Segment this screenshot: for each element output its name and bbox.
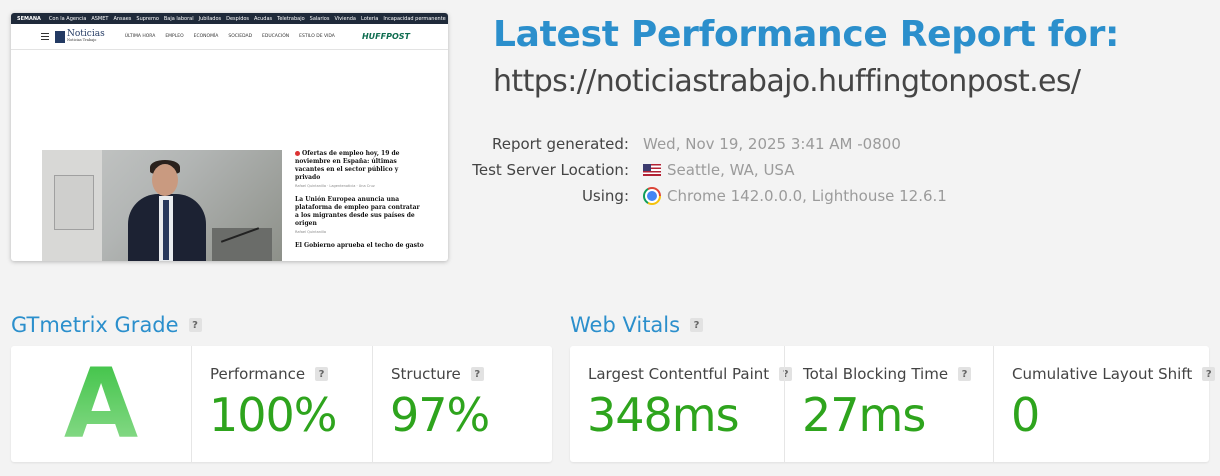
thumbnail-article-list: Ofertas de empleo hoy, 19 de noviembre e… (295, 150, 425, 258)
report-generated-row: Report generated: Wed, Nov 19, 2025 3:41… (440, 131, 1000, 157)
server-location-value: Seattle, WA, USA (643, 161, 795, 179)
thumbnail-article: El Gobierno aprueba el techo de gasto (295, 242, 424, 249)
help-icon[interactable]: ? (188, 318, 202, 332)
report-url[interactable]: https://noticiastrabajo.huffingtonpost.e… (493, 64, 1081, 99)
thumbnail-topbar-item: Incapacidad permanente (383, 15, 446, 22)
thumbnail-menu-item: EMPLEO (165, 34, 184, 39)
thumbnail-menu-item: ESTILO DE VIDA (299, 34, 335, 39)
thumbnail-site-logo: Noticias Noticias Trabajo (55, 30, 105, 43)
thumbnail-topbar-item: SEMANA (17, 15, 41, 22)
help-icon[interactable]: ? (958, 367, 972, 381)
report-title: Latest Performance Report for: (493, 14, 1120, 55)
cls-value: 0 (1011, 388, 1040, 442)
thumbnail-topbar-item: Supremo (136, 15, 159, 22)
server-location-label: Test Server Location: (472, 161, 629, 179)
thumbnail-menu-item: ECONOMÍA (193, 34, 219, 39)
thumbnail-partner-logo: HUFFPOST (361, 32, 410, 41)
grade-letter: A (11, 354, 191, 454)
structure-score: 97% (390, 388, 490, 442)
using-value: Chrome 142.0.0.0, Lighthouse 12.6.1 (643, 187, 947, 205)
thumbnail-hero-photo (42, 150, 282, 261)
thumbnail-topbar-item: Con la Agencia (48, 15, 87, 22)
tbt-cell: Total Blocking Time ? 27ms (784, 346, 993, 462)
report-generated-value: Wed, Nov 19, 2025 3:41 AM -0800 (643, 135, 901, 153)
chrome-icon (643, 187, 661, 205)
live-dot-icon (295, 151, 300, 156)
web-vitals-card: Largest Contentful Paint ? 348ms Total B… (570, 346, 1216, 462)
structure-label: Structure ? (391, 365, 484, 383)
thumbnail-article: La Unión Europea anuncia una plataforma … (295, 196, 420, 234)
using-row: Using: Chrome 142.0.0.0, Lighthouse 12.6… (440, 183, 1000, 209)
thumbnail-topbar-item: Acudas (254, 15, 273, 22)
using-label: Using: (581, 187, 629, 205)
thumbnail-topbar: SEMANA Con la Agencia ASMET Ansaes Supre… (11, 13, 448, 24)
lcp-cell: Largest Contentful Paint ? 348ms (570, 346, 793, 462)
help-icon[interactable]: ? (470, 367, 484, 381)
thumbnail-navbar: Noticias Noticias Trabajo ÚLTIMA HORA EMP… (11, 24, 448, 50)
thumbnail-topbar-item: Baja laboral (163, 15, 194, 22)
performance-cell: Performance ? 100% (191, 346, 372, 462)
help-icon[interactable]: ? (1202, 367, 1216, 381)
cls-cell: Cumulative Layout Shift ? 0 (993, 346, 1216, 462)
gtmetrix-grade-card: A Performance ? 100% Structure ? 97% (11, 346, 552, 462)
thumbnail-menu-item: SOCIEDAD (228, 34, 253, 39)
performance-score: 100% (209, 388, 338, 442)
thumbnail-topbar-item: ASMET (91, 15, 109, 22)
thumbnail-topbar-item: Loteria (361, 15, 379, 22)
help-icon[interactable]: ? (690, 318, 704, 332)
tbt-label: Total Blocking Time ? (803, 365, 972, 383)
thumbnail-topbar-item: Ansaes (113, 15, 132, 22)
structure-cell: Structure ? 97% (372, 346, 552, 462)
thumbnail-topbar-item: Teletrabajo (277, 15, 305, 22)
lcp-label: Largest Contentful Paint ? (588, 365, 793, 383)
us-flag-icon (643, 164, 661, 176)
help-icon[interactable]: ? (315, 367, 329, 381)
report-generated-label: Report generated: (491, 135, 629, 153)
tbt-value: 27ms (802, 388, 926, 442)
page-screenshot-thumbnail[interactable]: SEMANA Con la Agencia ASMET Ansaes Supre… (11, 13, 448, 261)
report-meta: Report generated: Wed, Nov 19, 2025 3:41… (440, 131, 1000, 209)
web-vitals-heading: Web Vitals ? (570, 313, 704, 337)
gtmetrix-grade-heading: GTmetrix Grade ? (11, 313, 202, 337)
thumbnail-topbar-item: Vivienda (334, 15, 356, 22)
cls-label: Cumulative Layout Shift ? (1012, 365, 1216, 383)
thumbnail-topbar-item: Despidos (226, 15, 250, 22)
thumbnail-menu: ÚLTIMA HORA EMPLEO ECONOMÍA SOCIEDAD EDU… (125, 34, 335, 39)
grade-cell: A (11, 346, 191, 462)
thumbnail-article: Ofertas de empleo hoy, 19 de noviembre e… (295, 150, 400, 188)
thumbnail-menu-item: ÚLTIMA HORA (124, 34, 156, 39)
server-location-row: Test Server Location: Seattle, WA, USA (440, 157, 1000, 183)
performance-label: Performance ? (210, 365, 329, 383)
thumbnail-topbar-item: Salarios (309, 15, 330, 22)
thumbnail-menu-item: EDUCACIÓN (262, 34, 290, 39)
lcp-value: 348ms (587, 388, 740, 442)
hamburger-menu-icon (41, 33, 49, 40)
thumbnail-topbar-item: Jubilados (198, 15, 222, 22)
